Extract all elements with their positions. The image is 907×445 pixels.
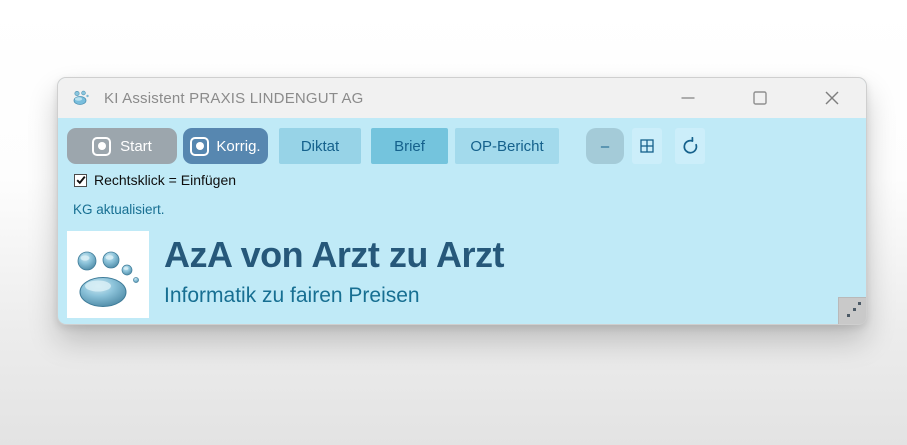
maximize-button[interactable]	[752, 90, 768, 106]
collapse-button[interactable]: –	[586, 128, 624, 164]
start-button-label: Start	[120, 138, 152, 155]
status-text: KG aktualisiert.	[73, 202, 165, 217]
start-button[interactable]: Start	[67, 128, 177, 164]
korrig-button-label: Korrig.	[216, 138, 260, 155]
close-button[interactable]	[824, 90, 840, 106]
window-controls	[680, 90, 866, 106]
brand-headline: AzA von Arzt zu Arzt	[164, 235, 504, 275]
app-logo-icon	[71, 89, 95, 107]
grid-button[interactable]	[632, 128, 662, 164]
branding-block: AzA von Arzt zu Arzt Informatik zu faire…	[67, 231, 504, 318]
toolbar: Start Korrig. Diktat Brief OP-Bericht –	[67, 128, 705, 164]
diktat-button[interactable]: Diktat	[279, 128, 361, 164]
refresh-button[interactable]	[675, 128, 705, 164]
rightclick-option[interactable]: Rechtsklick = Einfügen	[74, 172, 236, 188]
aza-water-drops-logo	[67, 231, 149, 318]
grip-dots-icon	[839, 298, 867, 325]
checkmark-icon	[76, 175, 86, 185]
desktop-background: KI Assistent PRAXIS LINDENGUT AG Start	[0, 0, 907, 445]
record-icon	[190, 137, 209, 156]
brand-subtitle: Informatik zu fairen Preisen	[164, 284, 504, 308]
minimize-button[interactable]	[680, 90, 696, 106]
refresh-icon	[681, 137, 700, 156]
window-title: KI Assistent PRAXIS LINDENGUT AG	[104, 90, 364, 107]
brief-button-label: Brief	[394, 138, 425, 155]
op-bericht-button-label: OP-Bericht	[470, 138, 543, 155]
resize-grip[interactable]	[838, 297, 866, 324]
dash-label: –	[601, 138, 609, 155]
diktat-button-label: Diktat	[301, 138, 339, 155]
korrig-button[interactable]: Korrig.	[183, 128, 268, 164]
app-window: KI Assistent PRAXIS LINDENGUT AG Start	[57, 77, 867, 325]
op-bericht-button[interactable]: OP-Bericht	[455, 128, 559, 164]
rightclick-checkbox[interactable]	[74, 174, 87, 187]
grid-icon	[640, 139, 654, 153]
brief-button[interactable]: Brief	[371, 128, 448, 164]
rightclick-label: Rechtsklick = Einfügen	[94, 172, 236, 188]
record-icon	[92, 137, 111, 156]
titlebar[interactable]: KI Assistent PRAXIS LINDENGUT AG	[58, 78, 866, 118]
